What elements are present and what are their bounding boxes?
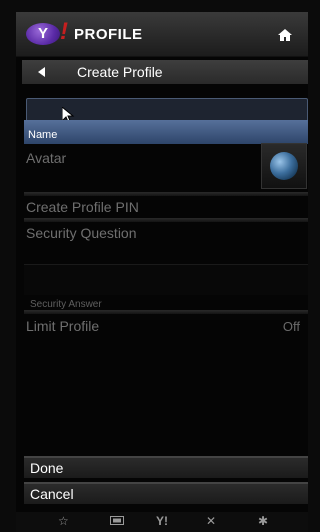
avatar-image[interactable] xyxy=(261,143,307,189)
divider xyxy=(24,192,308,196)
cancel-button[interactable]: Cancel xyxy=(24,482,308,504)
back-arrow-icon[interactable] xyxy=(38,67,45,77)
cancel-label: Cancel xyxy=(30,486,74,502)
yahoo-icon[interactable]: Y! xyxy=(156,514,168,528)
globe-avatar-icon xyxy=(270,152,298,180)
yahoo-logo-mark: ! xyxy=(60,18,68,45)
create-profile-label: Create Profile xyxy=(77,64,163,80)
avatar-label[interactable]: Avatar xyxy=(26,150,66,166)
security-question-field[interactable] xyxy=(24,264,308,295)
security-question-row[interactable]: Security Question xyxy=(26,225,137,241)
header: Y ! PROFILE xyxy=(16,12,308,57)
create-profile-pin-row[interactable]: Create Profile PIN xyxy=(26,199,139,215)
bottom-toolbar: ☆ Y! ✕ ✱ xyxy=(16,512,308,532)
close-icon[interactable]: ✕ xyxy=(206,514,216,528)
screen-icon[interactable] xyxy=(110,516,124,527)
name-label: Name xyxy=(28,129,58,141)
done-label: Done xyxy=(30,460,64,476)
divider xyxy=(24,310,308,314)
yahoo-logo: Y xyxy=(26,23,60,45)
home-icon[interactable] xyxy=(278,29,292,41)
limit-profile-value[interactable]: Off xyxy=(283,319,300,334)
star-icon[interactable]: ☆ xyxy=(58,514,69,528)
name-field-label-bar[interactable]: Name xyxy=(24,120,308,144)
done-button[interactable]: Done xyxy=(24,456,308,478)
divider xyxy=(24,218,308,222)
page-title: PROFILE xyxy=(74,26,143,43)
security-answer-label: Security Answer xyxy=(30,299,102,310)
profile-panel: Y ! PROFILE Create Profile Name Avatar C… xyxy=(16,12,308,532)
create-profile-nav[interactable]: Create Profile xyxy=(22,60,308,84)
limit-profile-row[interactable]: Limit Profile xyxy=(26,318,99,334)
settings-icon[interactable]: ✱ xyxy=(258,514,268,528)
